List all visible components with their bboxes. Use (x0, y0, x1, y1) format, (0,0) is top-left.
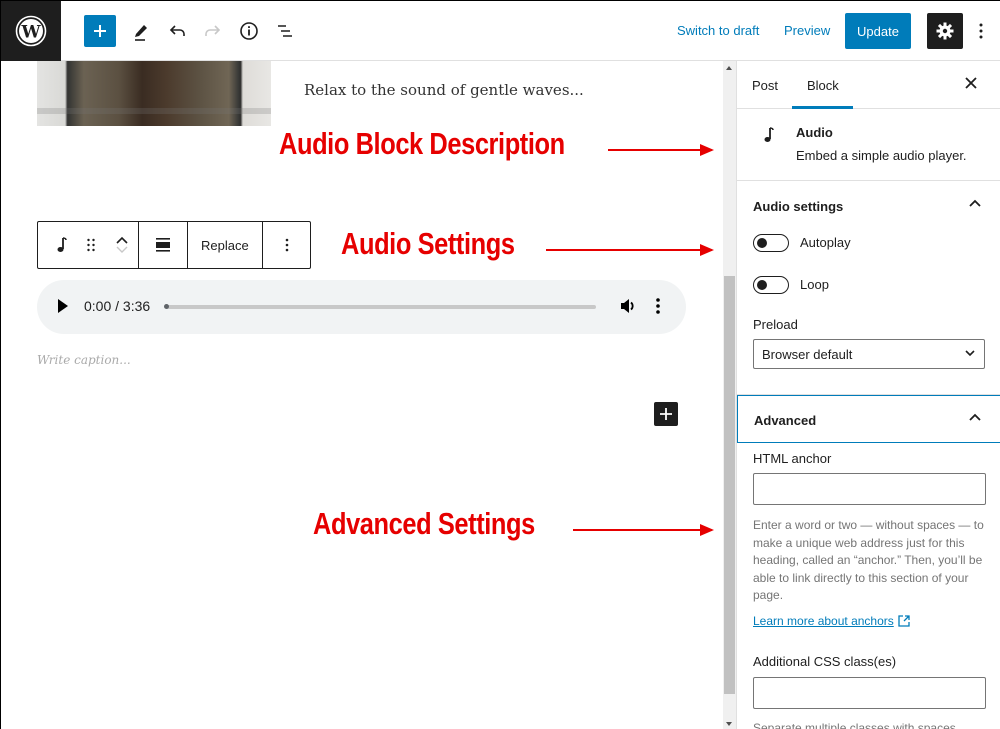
vertical-ellipsis-icon (285, 238, 289, 252)
autoplay-toggle[interactable] (753, 234, 789, 252)
chevron-up-icon (969, 413, 981, 421)
move-down-icon[interactable] (115, 245, 129, 255)
redo-button[interactable] (197, 15, 229, 47)
drag-handle[interactable] (76, 222, 106, 268)
annotation-arrow-advanced-settings (573, 524, 714, 536)
annotation-arrow-block-description (608, 144, 714, 156)
tab-block[interactable]: Block (807, 78, 839, 93)
advanced-panel-toggle[interactable]: Advanced (737, 395, 1000, 443)
list-view-button[interactable] (269, 15, 301, 47)
wordpress-logo-icon: W (15, 15, 47, 47)
css-class-input[interactable] (753, 676, 986, 709)
list-view-icon (278, 25, 292, 37)
preview-button[interactable]: Preview (784, 23, 830, 38)
music-note-icon (764, 127, 774, 142)
advanced-panel-body: HTML anchor Enter a word or two — withou… (737, 443, 1000, 729)
plus-icon (94, 25, 106, 37)
audio-player: 0:00 / 3:36 (37, 280, 686, 334)
audio-settings-panel: Audio settings Autoplay Loop Preload Bro… (737, 181, 1000, 395)
scroll-down-arrow-icon[interactable] (726, 722, 732, 726)
scroll-up-arrow-icon[interactable] (726, 66, 732, 70)
chevron-down-icon (965, 350, 975, 357)
redo-icon (205, 25, 221, 36)
chevron-up-icon (969, 199, 981, 207)
block-card-title: Audio (796, 125, 833, 140)
move-up-icon[interactable] (115, 235, 129, 245)
move-buttons (106, 222, 138, 268)
paragraph-block[interactable]: Relax to the sound of gentle waves... (304, 81, 584, 99)
audio-progress-bar[interactable] (164, 304, 596, 309)
preload-select[interactable]: Browser default (753, 339, 985, 369)
details-button[interactable] (233, 15, 265, 47)
block-type-button[interactable] (46, 222, 76, 268)
undo-button[interactable] (161, 15, 193, 47)
annotation-arrow-audio-settings (546, 244, 714, 256)
audio-settings-title: Audio settings (753, 199, 844, 214)
block-card-description: Embed a simple audio player. (796, 148, 967, 163)
vertical-ellipsis-icon[interactable] (655, 297, 661, 315)
external-link-icon (898, 614, 910, 627)
loop-toggle[interactable] (753, 276, 789, 294)
caption-input[interactable]: Write caption... (37, 353, 131, 367)
toggle-knob (757, 238, 767, 248)
block-inserter-button[interactable] (84, 15, 116, 47)
music-note-icon (57, 237, 67, 252)
loop-label: Loop (800, 277, 829, 292)
settings-button[interactable] (927, 13, 963, 49)
vertical-ellipsis-icon (979, 23, 983, 39)
editor-scrollbar[interactable] (723, 61, 736, 729)
close-icon[interactable] (965, 77, 977, 89)
sidebar-tabs: Post Block (737, 61, 1000, 109)
html-anchor-input[interactable] (753, 473, 986, 505)
options-menu-button[interactable] (971, 17, 991, 45)
svg-text:W: W (20, 23, 41, 43)
scrollbar-thumb[interactable] (724, 276, 735, 694)
block-card: Audio Embed a simple audio player. (737, 109, 1000, 181)
align-wide-icon (156, 238, 170, 252)
audio-time: 0:00 / 3:36 (84, 298, 151, 314)
pencil-icon (135, 25, 147, 41)
audio-settings-panel-toggle[interactable]: Audio settings (737, 181, 1000, 231)
wordpress-logo-button[interactable]: W (1, 1, 61, 61)
css-class-help: Separate multiple classes with spaces. (753, 720, 960, 729)
info-icon (240, 22, 258, 40)
editor-header: W Switch to draft Preview Update (1, 1, 1000, 61)
tab-post[interactable]: Post (752, 78, 778, 93)
autoplay-label: Autoplay (800, 235, 851, 250)
play-icon[interactable] (57, 299, 69, 313)
annotation-audio-settings: Audio Settings (341, 226, 515, 261)
drag-handle-icon (87, 238, 95, 252)
css-class-label: Additional CSS class(es) (753, 653, 897, 669)
annotation-block-description: Audio Block Description (279, 126, 565, 161)
preload-label: Preload (753, 317, 798, 332)
tools-button[interactable] (125, 15, 157, 47)
cover-image[interactable] (37, 61, 271, 126)
plus-icon (660, 408, 672, 420)
autoplay-toggle-row: Autoplay (737, 231, 1000, 273)
preload-select-value: Browser default (762, 347, 853, 362)
learn-more-anchors-link[interactable]: Learn more about anchors (753, 614, 985, 628)
loop-toggle-row: Loop (737, 273, 1000, 315)
audio-progress-thumb[interactable] (164, 304, 169, 309)
replace-button[interactable]: Replace (188, 238, 262, 253)
html-anchor-label: HTML anchor (753, 451, 832, 466)
advanced-title: Advanced (754, 413, 817, 428)
align-button[interactable] (148, 222, 178, 268)
switch-to-draft-button[interactable]: Switch to draft (677, 23, 759, 38)
undo-icon (169, 25, 185, 36)
block-toolbar: Replace (37, 221, 311, 269)
add-block-button[interactable] (654, 402, 678, 426)
toggle-knob (757, 280, 767, 290)
editor-canvas: Relax to the sound of gentle waves... Au… (1, 61, 723, 729)
volume-icon[interactable] (619, 297, 637, 315)
learn-more-anchors-text[interactable]: Learn more about anchors (753, 614, 894, 628)
settings-sidebar: Post Block Audio Embed a simple audio pl… (736, 61, 1000, 729)
gear-icon (936, 22, 954, 40)
block-options-button[interactable] (272, 222, 302, 268)
update-button[interactable]: Update (845, 13, 911, 49)
annotation-advanced-settings: Advanced Settings (313, 506, 535, 541)
html-anchor-help: Enter a word or two — without spaces — t… (753, 518, 984, 602)
